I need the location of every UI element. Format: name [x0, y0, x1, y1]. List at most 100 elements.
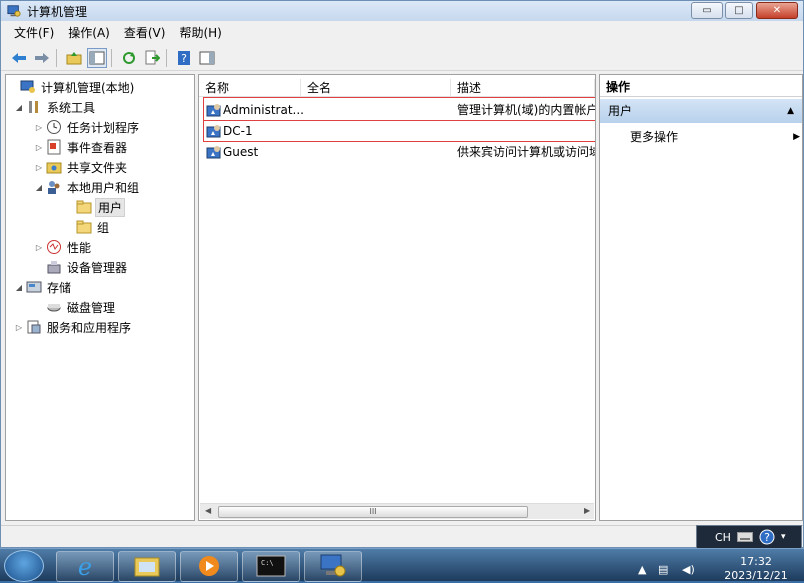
users-groups-icon [48, 181, 60, 194]
tree-item[interactable]: ▷ 共享文件夹 [34, 158, 129, 176]
internet-explorer-icon: e [78, 553, 92, 579]
show-hide-tree-button[interactable] [87, 47, 107, 68]
back-arrow-icon [12, 52, 26, 63]
tree-item[interactable]: ▷ 性能 [34, 238, 93, 256]
actions-section-users[interactable]: 用户 ▲ [600, 99, 802, 123]
tree-item[interactable]: ◢ 本地用户和组 [34, 178, 141, 196]
back-button[interactable] [9, 48, 29, 68]
volume-icon[interactable]: ◀) [682, 563, 695, 576]
menu-bar: 文件(F) 操作(A) 查看(V) 帮助(H) [1, 23, 803, 43]
minimize-button[interactable]: ▭ [691, 2, 723, 19]
tree-item[interactable]: ▷ 任务计划程序 [34, 118, 141, 136]
scroll-thumb[interactable]: III [218, 506, 528, 518]
list-row[interactable]: Guest 供来宾访问计算机或访问域 [199, 142, 595, 162]
users-list-view[interactable]: 名称 全名 描述 Administrat... 管理计算机(域)的内置帐户 DC-1… [198, 74, 596, 521]
svg-text:C:\: C:\ [261, 559, 274, 567]
scroll-left-icon[interactable]: ◀ [205, 506, 211, 515]
tree-item-label: 性能 [67, 240, 92, 255]
help-button[interactable]: ? [174, 48, 194, 68]
tree-item[interactable]: ◢ 系统工具 [14, 98, 97, 116]
tree-item-label: 设备管理器 [67, 260, 128, 275]
more-actions-label: 更多操作 [630, 130, 679, 144]
tree-item[interactable]: 磁盘管理 [34, 298, 117, 316]
tree-item[interactable]: 计算机管理(本地) [8, 78, 136, 96]
taskbar-media-player[interactable] [180, 551, 238, 582]
actions-pane: 操作 用户 ▲ 更多操作 ▶ [599, 74, 803, 521]
language-label[interactable]: CH [715, 531, 731, 544]
tree-item[interactable]: ▷ 事件查看器 [34, 138, 129, 156]
expander-icon[interactable]: ◢ [34, 183, 44, 192]
menu-help[interactable]: 帮助(H) [172, 24, 228, 42]
expander-icon[interactable]: ▷ [34, 163, 44, 172]
folder-icon [76, 200, 92, 214]
language-bar[interactable]: CH ? ▾ [696, 525, 802, 549]
more-actions-item[interactable]: 更多操作 ▶ [630, 127, 800, 147]
keyboard-icon[interactable] [736, 531, 753, 543]
svg-text:?: ? [764, 531, 770, 544]
folder-explorer-icon [134, 557, 160, 577]
tree-item-label: 服务和应用程序 [47, 320, 132, 335]
show-action-pane-button[interactable] [197, 48, 217, 68]
forward-arrow-icon [35, 52, 49, 63]
tree-item[interactable]: 设备管理器 [34, 258, 129, 276]
tree-item[interactable]: ◢ 存储 [14, 278, 73, 296]
expander-icon[interactable]: ▷ [34, 143, 44, 152]
up-level-button[interactable] [64, 48, 84, 68]
expander-icon[interactable]: ◢ [14, 103, 24, 112]
scroll-right-icon[interactable]: ▶ [584, 506, 590, 515]
tree-item-label: 组 [97, 220, 110, 235]
tree-item-label: 用户 [95, 197, 126, 217]
tree-item-label: 共享文件夹 [67, 160, 128, 175]
column-header-description[interactable]: 描述 [451, 79, 595, 97]
status-bar [1, 525, 803, 547]
close-button[interactable]: ✕ [756, 2, 798, 19]
list-cell-name: Guest [223, 145, 259, 159]
console-tree[interactable]: 计算机管理(本地) ◢ 系统工具 ▷ 任务计划程序 ▷ 事件查看器 ▷ 共享文件夹 ◢ 本地用户和组… [5, 74, 195, 521]
expander-icon[interactable]: ▷ [34, 123, 44, 132]
media-player-icon [199, 556, 219, 576]
tree-item[interactable]: 组 [64, 218, 111, 236]
horizontal-scrollbar[interactable]: ◀ III ▶ [200, 503, 594, 519]
menu-file[interactable]: 文件(F) [1, 24, 61, 42]
column-header-fullname[interactable]: 全名 [301, 79, 451, 97]
command-prompt-icon: C:\ [256, 555, 286, 577]
expander-icon[interactable]: ▷ [34, 243, 44, 252]
tools-icon [29, 101, 38, 113]
disk-icon [47, 304, 61, 312]
network-icon[interactable]: ▤ [658, 563, 668, 576]
taskbar-computer-management[interactable] [304, 551, 362, 582]
console-tree-icon [89, 51, 105, 64]
clock[interactable]: 17:32 2023/12/21 [710, 555, 802, 583]
help-circle-icon[interactable]: ? [759, 529, 775, 545]
title-bar[interactable]: 计算机管理 ▭ □ ✕ [1, 1, 803, 21]
computer-management-window: 计算机管理 ▭ □ ✕ 文件(F) 操作(A) 查看(V) 帮助(H) ? 计算… [0, 0, 804, 548]
tree-item[interactable]: ▷ 服务和应用程序 [14, 318, 133, 336]
show-hidden-icons[interactable]: ▲ [638, 563, 646, 576]
export-icon [145, 50, 160, 64]
event-viewer-icon [47, 139, 61, 155]
tree-item[interactable]: 用户 [64, 197, 126, 217]
taskbar-explorer[interactable] [118, 551, 176, 582]
menu-action[interactable]: 操作(A) [61, 24, 117, 42]
export-list-button[interactable] [142, 48, 162, 68]
expander-icon[interactable]: ▷ [14, 323, 24, 332]
start-button[interactable] [4, 550, 44, 582]
forward-button[interactable] [32, 48, 52, 68]
computer-management-icon [320, 554, 346, 577]
options-arrow-icon[interactable]: ▾ [781, 532, 786, 542]
maximize-button[interactable]: □ [725, 2, 753, 19]
list-cell-name: DC-1 [223, 124, 253, 138]
list-row[interactable]: Administrat... 管理计算机(域)的内置帐户 [199, 100, 595, 120]
collapse-up-icon: ▲ [787, 106, 794, 116]
list-row[interactable]: DC-1 [199, 121, 595, 141]
column-header-name[interactable]: 名称 [199, 79, 301, 97]
refresh-button[interactable] [119, 48, 139, 68]
taskbar-cmd[interactable]: C:\ [242, 551, 300, 582]
svg-text:e: e [78, 553, 92, 579]
close-icon: ✕ [772, 5, 782, 16]
user-icon [206, 104, 221, 117]
menu-view[interactable]: 查看(V) [117, 24, 173, 42]
taskbar-ie[interactable]: e [56, 551, 114, 582]
list-cell-name: Administrat... [223, 103, 303, 117]
expander-icon[interactable]: ◢ [14, 283, 24, 292]
